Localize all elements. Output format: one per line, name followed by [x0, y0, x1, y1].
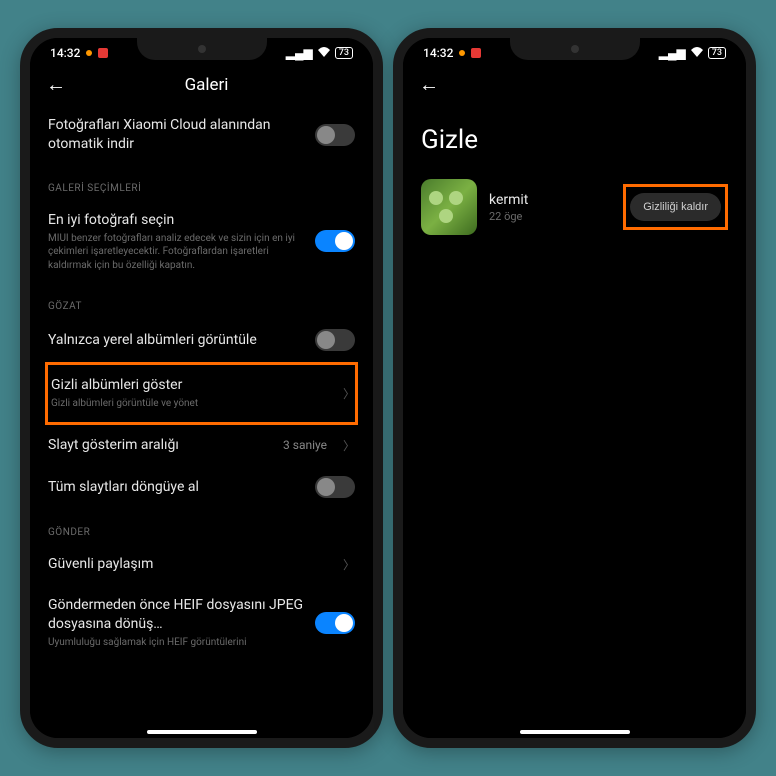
row-label: En iyi fotoğrafı seçin: [48, 211, 305, 230]
row-label: Göndermeden önce HEIF dosyasını JPEG dos…: [48, 596, 305, 634]
page-title: Galeri: [86, 75, 327, 95]
back-button[interactable]: ←: [46, 72, 66, 97]
signal-icon: ▂▄▆: [659, 46, 686, 60]
screen: 14:32 ▂▄▆ 73 ← Galeri Fotoğrafları Xiaom…: [30, 38, 373, 738]
header: ←: [403, 64, 746, 105]
phone-left: 14:32 ▂▄▆ 73 ← Galeri Fotoğrafları Xiaom…: [20, 28, 383, 748]
row-label: Slayt gösterim aralığı: [48, 436, 273, 455]
status-left: 14:32: [50, 46, 108, 60]
back-button[interactable]: ←: [419, 72, 439, 97]
notch: [510, 38, 640, 60]
app-indicator-icon: [471, 48, 481, 58]
album-name: kermit: [489, 192, 611, 208]
album-count: 22 öge: [489, 210, 611, 223]
toggle-local-albums[interactable]: [315, 329, 355, 351]
status-time: 14:32: [423, 46, 453, 60]
home-indicator[interactable]: [520, 730, 630, 734]
row-slideshow-interval[interactable]: Slayt gösterim aralığı 3 saniye 〉: [48, 425, 355, 466]
album-thumbnail[interactable]: [421, 179, 477, 235]
header: ← Galeri: [30, 64, 373, 105]
toggle-loop-slides[interactable]: [315, 476, 355, 498]
status-right: ▂▄▆ 73: [286, 46, 353, 60]
row-label: Gizli albümleri göster: [51, 376, 327, 395]
row-label: Güvenli paylaşım: [48, 555, 327, 574]
toggle-heif-to-jpeg[interactable]: [315, 612, 355, 634]
battery-icon: 73: [335, 47, 353, 59]
row-label: Yalnızca yerel albümleri görüntüle: [48, 331, 305, 350]
album-info: kermit 22 öge: [489, 192, 611, 223]
chevron-right-icon: 〉: [343, 385, 355, 402]
home-indicator[interactable]: [147, 730, 257, 734]
row-desc: Uyumluluğu sağlamak için HEIF görüntüler…: [48, 636, 305, 650]
row-secure-sharing[interactable]: Güvenli paylaşım 〉: [48, 544, 355, 585]
app-indicator-icon: [98, 48, 108, 58]
row-value: 3 saniye: [283, 438, 327, 452]
wifi-icon: [317, 46, 331, 60]
screen: 14:32 ▂▄▆ 73 ← Gizle kermit 22 öge: [403, 38, 746, 738]
unhide-button[interactable]: Gizliliği kaldır: [630, 193, 721, 221]
row-desc: Gizli albümleri görüntüle ve yönet: [51, 397, 327, 411]
row-best-photo[interactable]: En iyi fotoğrafı seçin MIUI benzer fotoğ…: [48, 200, 355, 283]
row-desc: MIUI benzer fotoğrafları analiz edecek v…: [48, 232, 305, 273]
row-hidden-albums[interactable]: Gizli albümleri göster Gizli albümleri g…: [45, 362, 358, 424]
status-time: 14:32: [50, 46, 80, 60]
status-left: 14:32: [423, 46, 481, 60]
section-gallery-options: GALERİ SEÇİMLERİ: [48, 183, 355, 194]
row-loop-slides[interactable]: Tüm slaytları döngüye al: [48, 465, 355, 509]
notch: [137, 38, 267, 60]
section-send: GÖNDER: [48, 527, 355, 538]
row-cloud-download[interactable]: Fotoğrafları Xiaomi Cloud alanından otom…: [48, 105, 355, 165]
row-heif-to-jpeg[interactable]: Göndermeden önce HEIF dosyasını JPEG dos…: [48, 585, 355, 660]
toggle-cloud-download[interactable]: [315, 124, 355, 146]
chevron-right-icon: 〉: [343, 437, 355, 454]
toggle-best-photo[interactable]: [315, 230, 355, 252]
status-right: ▂▄▆ 73: [659, 46, 726, 60]
wifi-icon: [690, 46, 704, 60]
settings-content[interactable]: Fotoğrafları Xiaomi Cloud alanından otom…: [30, 105, 373, 738]
section-browse: GÖZAT: [48, 301, 355, 312]
album-row[interactable]: kermit 22 öge Gizliliği kaldır: [403, 179, 746, 235]
page-title: Gizle: [403, 105, 746, 179]
rec-indicator-icon: [86, 50, 92, 56]
highlight-box: Gizliliği kaldır: [623, 184, 728, 230]
signal-icon: ▂▄▆: [286, 46, 313, 60]
battery-icon: 73: [708, 47, 726, 59]
row-label: Fotoğrafları Xiaomi Cloud alanından otom…: [48, 116, 305, 154]
row-local-albums[interactable]: Yalnızca yerel albümleri görüntüle: [48, 318, 355, 362]
phone-right: 14:32 ▂▄▆ 73 ← Gizle kermit 22 öge: [393, 28, 756, 748]
chevron-right-icon: 〉: [343, 556, 355, 573]
rec-indicator-icon: [459, 50, 465, 56]
row-label: Tüm slaytları döngüye al: [48, 478, 305, 497]
